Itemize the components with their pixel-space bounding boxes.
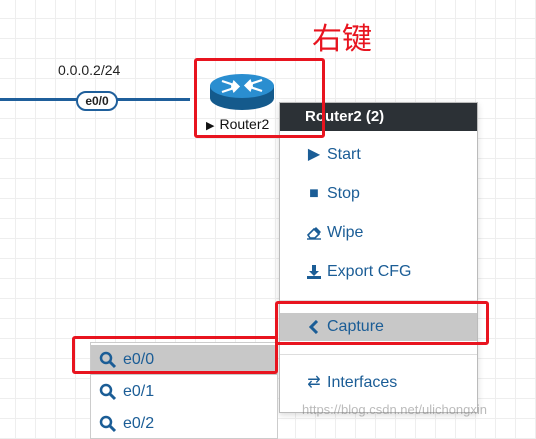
menu-item-label: Export CFG (327, 263, 412, 280)
capture-interface-e0-2[interactable]: e0/2 (91, 409, 277, 439)
menu-item-wipe[interactable]: Wipe (280, 219, 477, 247)
annotation-box-capture (275, 301, 489, 345)
menu-item-label: Stop (327, 185, 360, 202)
search-icon (99, 377, 117, 407)
menu-item-label: Wipe (327, 224, 364, 241)
link-port-badge[interactable]: e0/0 (76, 91, 118, 111)
download-icon (305, 258, 323, 286)
watermark: https://blog.csdn.net/ulichongxin (302, 402, 488, 417)
stop-icon: ■ (309, 185, 319, 202)
context-menu: Router2 (2) ▶ Start ■ Stop Wipe Export C… (279, 102, 478, 413)
annotation-box-router (194, 58, 325, 138)
menu-item-label: Start (327, 146, 361, 163)
play-icon: ▶ (307, 146, 321, 163)
swap-arrows-icon: ⇄ (307, 374, 321, 391)
search-icon (99, 409, 117, 439)
capture-interface-label: e0/1 (123, 383, 155, 400)
menu-item-label: Interfaces (327, 374, 398, 391)
eraser-icon (305, 219, 323, 247)
menu-item-interfaces[interactable]: ⇄ Interfaces (280, 369, 477, 397)
link-ip-label: 0.0.0.2/24 (58, 62, 121, 78)
menu-item-stop[interactable]: ■ Stop (280, 180, 477, 208)
menu-item-export-cfg[interactable]: Export CFG (280, 258, 477, 286)
capture-interface-label: e0/2 (123, 415, 155, 432)
menu-divider (280, 354, 477, 355)
menu-item-start[interactable]: ▶ Start (280, 141, 477, 169)
annotation-text: 右键 (312, 23, 372, 56)
capture-interface-e0-1[interactable]: e0/1 (91, 377, 277, 407)
annotation-box-interface (72, 336, 278, 374)
